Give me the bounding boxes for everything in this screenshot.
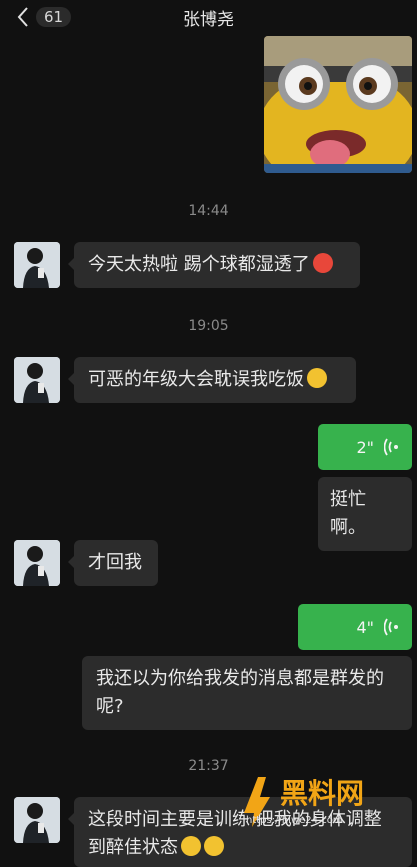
message-bubble[interactable]: 挺忙啊。	[318, 477, 412, 551]
watermark-url: https://hlwe24.com	[246, 815, 343, 826]
watermark-brand: 黑料网	[280, 777, 364, 810]
timestamp: 14:44	[188, 203, 229, 219]
watermark-logo: 黑料网 https://hlwe24.com	[240, 767, 417, 843]
avatar-image	[14, 540, 60, 586]
voice-duration: 2"	[356, 437, 374, 457]
avatar-image	[14, 357, 60, 403]
message-text: 才回我	[88, 552, 142, 573]
message-bubble[interactable]: 才回我	[68, 540, 158, 586]
message-text: 我还以为你给我发的消息都是群发的呢?	[96, 668, 384, 717]
frowning-face-emoji-icon	[307, 368, 327, 388]
message-text: 可恶的年级大会耽误我吃饭	[88, 369, 304, 390]
message-bubble[interactable]: 我还以为你给我发的消息都是群发的呢?	[82, 656, 412, 730]
avatar[interactable]	[14, 540, 60, 586]
avatar[interactable]	[14, 797, 60, 843]
avatar-image	[14, 797, 60, 843]
chat-title: 张博尧	[183, 10, 234, 30]
voice-wave-icon	[384, 438, 398, 456]
grinning-emoji-icon	[204, 836, 224, 856]
avatar[interactable]	[14, 357, 60, 403]
avatar-image	[14, 242, 60, 288]
message-text: 今天太热啦 踢个球都湿透了	[88, 254, 310, 275]
avatar[interactable]	[14, 242, 60, 288]
grinning-emoji-icon	[181, 836, 201, 856]
voice-message-bubble[interactable]: 4"	[298, 604, 412, 650]
message-bubble[interactable]: 可恶的年级大会耽误我吃饭	[68, 357, 356, 403]
watermark-image: 黑料网 https://hlwe24.com	[244, 777, 364, 827]
timestamp: 19:05	[188, 318, 229, 334]
voice-wave-icon	[384, 618, 398, 636]
message-bubble[interactable]: 今天太热啦 踢个球都湿透了	[68, 242, 360, 288]
sent-image[interactable]	[264, 36, 412, 173]
top-bar: 61 张博尧	[0, 0, 417, 34]
message-text: 挺忙啊。	[330, 489, 366, 538]
voice-duration: 4"	[356, 617, 374, 637]
voice-message-bubble[interactable]: 2"	[318, 424, 412, 470]
hot-face-emoji-icon	[312, 253, 333, 273]
minion-image	[264, 36, 412, 173]
